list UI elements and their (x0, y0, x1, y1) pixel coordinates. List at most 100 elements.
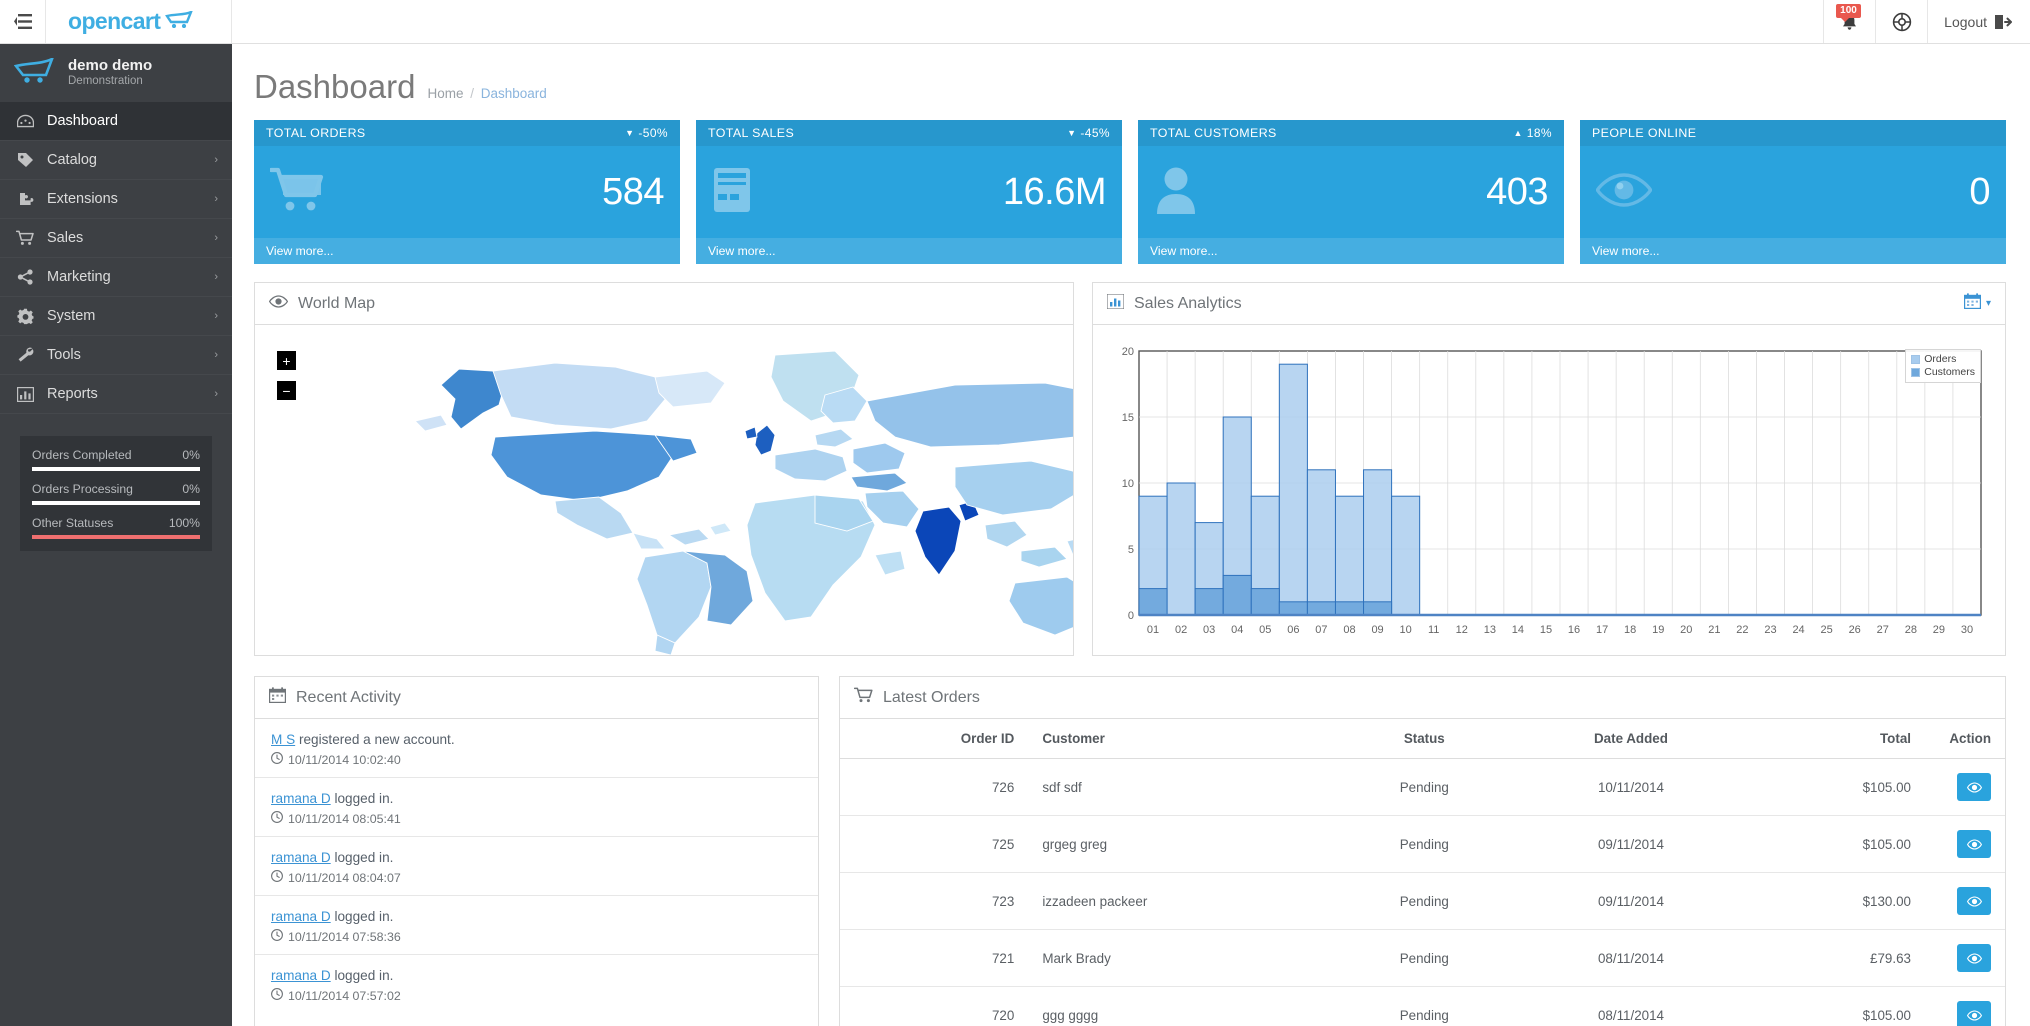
svg-text:17: 17 (1596, 624, 1608, 636)
logo[interactable]: opencart (46, 0, 232, 43)
sidebar-item-label: Tools (47, 347, 81, 363)
tile-value: 584 (602, 170, 664, 213)
eye-icon (1595, 172, 1653, 213)
latest-orders-header: Latest Orders (840, 677, 2005, 719)
view-order-button[interactable] (1957, 944, 1991, 972)
world-map-title: World Map (298, 294, 376, 312)
breadcrumb-home[interactable]: Home (427, 86, 463, 101)
tile-header: PEOPLE ONLINE (1580, 120, 2006, 146)
column-header-action: Action (1925, 719, 2005, 759)
sidebar-item-label: Catalog (47, 152, 97, 168)
view-order-button[interactable] (1957, 1001, 1991, 1026)
sign-out-icon (1995, 14, 2012, 29)
legend-item: Orders (1911, 353, 1975, 366)
tile-value: 403 (1486, 170, 1548, 213)
status-label: Orders Processing (32, 482, 133, 496)
sidebar-item-dashboard[interactable]: Dashboard (0, 102, 232, 141)
cart-icon (853, 687, 873, 708)
cell-status: Pending (1335, 929, 1514, 987)
svg-text:29: 29 (1933, 624, 1945, 636)
tile-percent: ▼ -50% (625, 126, 668, 140)
activity-user-link[interactable]: ramana D (271, 791, 331, 806)
world-map-body[interactable]: + − (255, 325, 1073, 655)
tile-view-more-link[interactable]: View more... (696, 238, 1122, 264)
column-header-customer: Customer (1028, 719, 1336, 759)
sidebar-item-catalog[interactable]: Catalog › (0, 141, 232, 180)
cell-order-id: 720 (991, 1007, 1015, 1023)
svg-text:0: 0 (1128, 610, 1134, 622)
cell-customer: ggg gggg (1042, 1007, 1099, 1023)
svg-text:03: 03 (1203, 624, 1215, 636)
cell-customer: izzadeen packeer (1028, 872, 1336, 930)
svg-text:25: 25 (1821, 624, 1833, 636)
sidebar-item-system[interactable]: System › (0, 297, 232, 336)
tile-view-more-link[interactable]: View more... (1580, 238, 2006, 264)
svg-text:06: 06 (1287, 624, 1299, 636)
tile-header: TOTAL SALES ▼ -45% (696, 120, 1122, 146)
sidebar-item-marketing[interactable]: Marketing › (0, 258, 232, 297)
tile-view-more-link[interactable]: View more... (1138, 238, 1564, 264)
legend-swatch (1911, 368, 1921, 377)
legend-item: Customers (1911, 366, 1975, 379)
clock-icon (271, 870, 283, 885)
chevron-right-icon: › (214, 232, 218, 244)
stat-tile-total-orders: TOTAL ORDERS ▼ -50% 584 View more... (254, 120, 680, 264)
legend-label: Orders (1924, 353, 1957, 365)
notifications-button[interactable]: 100 (1823, 0, 1875, 43)
recent-activity-panel: Recent Activity M S registered a new acc… (254, 676, 819, 1026)
clock-icon (271, 988, 283, 1003)
clock-icon (271, 811, 283, 826)
tile-view-more-link[interactable]: View more... (254, 238, 680, 264)
menu-toggle-button[interactable] (0, 0, 46, 43)
activity-item: ramana D logged in. 10/11/2014 08:05:41 (255, 778, 818, 837)
status-head: Orders Processing 0% (32, 482, 200, 496)
logout-button[interactable]: Logout (1927, 0, 2030, 43)
activity-text: ramana D logged in. (271, 966, 802, 985)
page-title: Dashboard (254, 68, 416, 105)
activity-text: ramana D logged in. (271, 789, 802, 808)
cell-date-added: 08/11/2014 (1513, 929, 1749, 987)
status-track (32, 535, 200, 539)
activity-message: logged in. (330, 909, 394, 924)
sidebar-item-reports[interactable]: Reports › (0, 375, 232, 414)
stat-tile-people-online: PEOPLE ONLINE 0 View more... (1580, 120, 2006, 264)
sidebar-item-extensions[interactable]: Extensions › (0, 180, 232, 219)
tile-percent-value: -45% (1080, 126, 1110, 140)
view-order-button[interactable] (1957, 887, 1991, 915)
svg-text:10: 10 (1400, 624, 1412, 636)
breadcrumb-current[interactable]: Dashboard (481, 86, 547, 101)
date-range-selector[interactable]: ▾ (1963, 293, 1991, 314)
tile-value: 0 (1969, 170, 1990, 213)
table-row: 723 izzadeen packeer Pending 09/11/2014 $130… (840, 872, 2005, 930)
cell-order-id: 726 (840, 758, 1029, 816)
svg-text:04: 04 (1231, 624, 1243, 636)
cell-status: Pending (1399, 1007, 1449, 1023)
tile-body: 584 (254, 146, 680, 238)
status-row: Orders Completed 0% (32, 448, 200, 471)
activity-timestamp: 10/11/2014 10:02:40 (271, 752, 802, 767)
trend-arrow-icon: ▼ (1067, 128, 1077, 138)
dashboard-icon (16, 114, 34, 129)
activity-user-link[interactable]: ramana D (271, 968, 331, 983)
clock-icon (271, 752, 283, 767)
activity-user-link[interactable]: ramana D (271, 909, 331, 924)
eye-icon (268, 294, 289, 313)
sidebar-item-sales[interactable]: Sales › (0, 219, 232, 258)
activity-user-link[interactable]: M S (271, 732, 295, 747)
activity-user-link[interactable]: ramana D (271, 850, 331, 865)
svg-text:18: 18 (1624, 624, 1636, 636)
table-header-row: Order ID Customer Status Date Added Total Act… (840, 719, 2005, 759)
activity-timestamp: 10/11/2014 07:57:02 (271, 988, 802, 1003)
svg-text:11: 11 (1428, 624, 1439, 636)
profile-block[interactable]: demo demo Demonstration (0, 44, 232, 102)
storefront-button[interactable] (1875, 0, 1927, 43)
view-order-button[interactable] (1957, 830, 1991, 858)
sidebar-item-tools[interactable]: Tools › (0, 336, 232, 375)
recent-activity-list: M S registered a new account. 10/11/2014 … (255, 719, 818, 1013)
sales-analytics-body[interactable]: 0 5 10 15 20 01 02 03 04 05 06 07 08 09 10 11 12 13 14 15 16… (1093, 325, 2005, 655)
chevron-right-icon: › (214, 310, 218, 322)
sales-chart-svg: 0510152001 02 03 04 05 06 07 08 09 10 11 12 13 14 15 16… (1122, 346, 1982, 636)
view-order-button[interactable] (1957, 773, 1991, 801)
cell-status: Pending (1335, 872, 1514, 930)
